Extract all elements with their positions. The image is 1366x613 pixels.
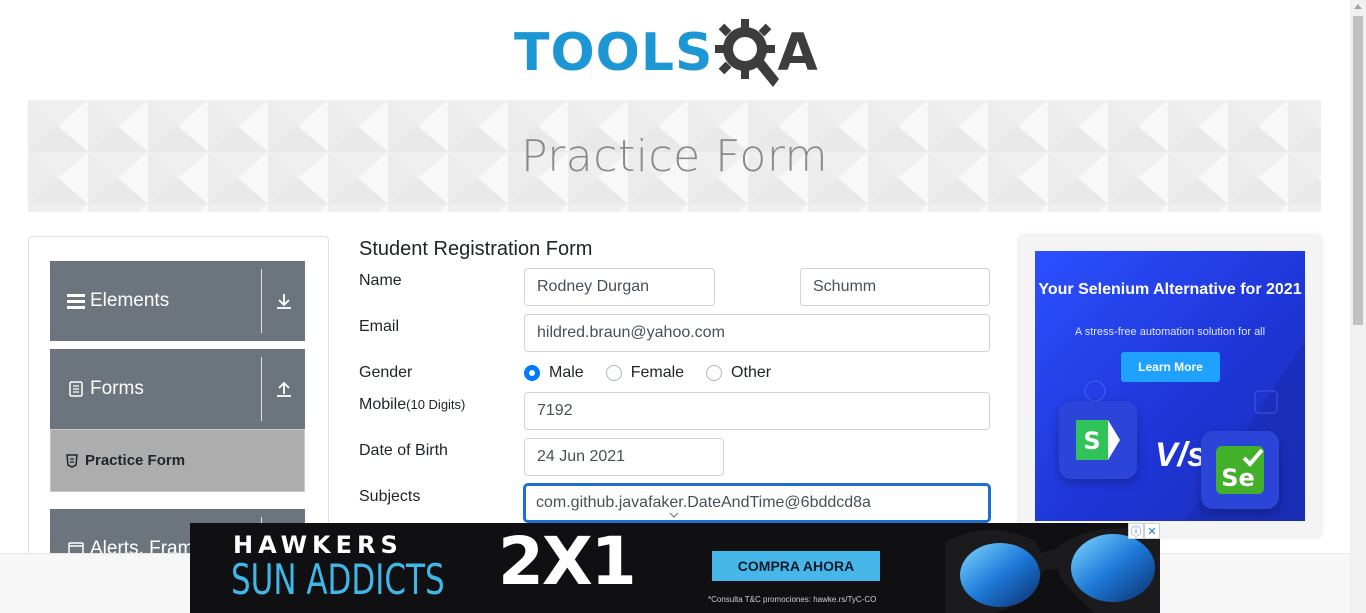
mobile-hint: (10 Digits) [406, 397, 466, 412]
scrollbar-thumb[interactable] [1353, 16, 1363, 325]
logo-text-a: A [777, 23, 818, 83]
buy-now-button[interactable]: COMPRA AHORA [712, 551, 880, 581]
gender-other-radio[interactable] [706, 365, 723, 381]
ad-right-banner[interactable]: Your Selenium Alternative for 2021 A str… [1035, 251, 1305, 521]
date-of-birth-input[interactable]: 24 Jun 2021 [524, 438, 724, 476]
page-title: Practice Form [520, 130, 829, 182]
gender-label: Gender [359, 364, 413, 381]
sidebar-item-label: Practice Form [85, 452, 186, 469]
learn-more-button[interactable]: Learn More [1121, 352, 1220, 382]
shield-icon [65, 453, 79, 468]
download-arrow-icon[interactable] [275, 261, 293, 341]
gender-female-radio[interactable] [605, 365, 622, 381]
toolsqa-logo[interactable]: TOOLS A [514, 16, 818, 90]
sidebar-group-label: Forms [90, 378, 144, 399]
last-name-input[interactable]: Schumm [800, 268, 990, 306]
mobile-input[interactable]: 7192 [524, 392, 990, 430]
scrollbar[interactable] [1350, 0, 1366, 613]
gear-magnifier-icon [715, 19, 780, 87]
gender-radio-group: Male Female Other [524, 362, 793, 384]
sidebar-group-forms[interactable]: Forms [50, 349, 305, 429]
email-label: Email [359, 318, 400, 335]
chevron-down-icon [669, 512, 679, 518]
mobile-label: Mobile(10 Digits) [359, 396, 465, 414]
document-icon [65, 381, 87, 397]
sidebar-group-elements[interactable]: Elements [50, 261, 305, 341]
divider [261, 357, 262, 421]
name-label: Name [359, 272, 402, 289]
sidebar: Elements Forms Practice Form Alerts, Fra… [28, 236, 329, 566]
ad-product-logo-s: S [1059, 401, 1137, 479]
divider [261, 269, 262, 333]
mobile-label-text: Mobile [359, 396, 407, 413]
ad-info-icon[interactable]: ⓘ [1128, 523, 1144, 539]
upload-arrow-icon[interactable] [275, 349, 293, 429]
ad-fine-print: *Consulta T&C promociones: hawke.rs/TyC-… [708, 595, 877, 604]
ad-brand-tagline: SUN ADDICTS [231, 555, 445, 604]
subjects-label: Subjects [359, 488, 421, 505]
sidebar-group-label: Elements [90, 290, 170, 311]
page: TOOLS A Practice Form Elements Forms Pra… [0, 0, 1366, 613]
page-banner: Practice Form [28, 100, 1321, 212]
ad-offer: 2X1 [498, 523, 637, 600]
gender-male-label[interactable]: Male [549, 364, 584, 382]
ad-vs-text: V/s [1155, 436, 1207, 474]
gender-female-label[interactable]: Female [631, 364, 684, 382]
sidebar-item-practice-form[interactable]: Practice Form [50, 429, 305, 492]
scroll-up-arrow-icon[interactable] [1354, 4, 1362, 9]
ad-right-title: Your Selenium Alternative for 2021 [1038, 281, 1302, 298]
dob-label: Date of Birth [359, 442, 448, 459]
gender-male-radio[interactable] [524, 365, 540, 381]
ad-bottom-banner[interactable]: HAWKERS SUN ADDICTS 2X1 COMPRA AHORA *Co… [190, 523, 1160, 613]
ad-selenium-logo: Se [1201, 431, 1279, 509]
first-name-input[interactable]: Rodney Durgan [524, 268, 715, 306]
email-input[interactable]: hildred.braun@yahoo.com [524, 314, 990, 352]
ad-close-icon[interactable]: ✕ [1144, 523, 1160, 539]
hamburger-icon [65, 293, 87, 309]
ad-right-subtitle: A stress-free automation solution for al… [1074, 326, 1266, 338]
gender-other-label[interactable]: Other [731, 364, 771, 382]
ad-logo-left-text: S [1083, 427, 1100, 455]
ad-controls: ⓘ ✕ [1128, 523, 1160, 539]
subjects-input[interactable]: com.github.javafaker.DateAndTime@6bddcd8… [524, 484, 990, 522]
logo-text-tools: TOOLS [514, 23, 714, 83]
ad-logo-right-text: Se [1221, 464, 1255, 492]
form-title: Student Registration Form [359, 238, 593, 260]
